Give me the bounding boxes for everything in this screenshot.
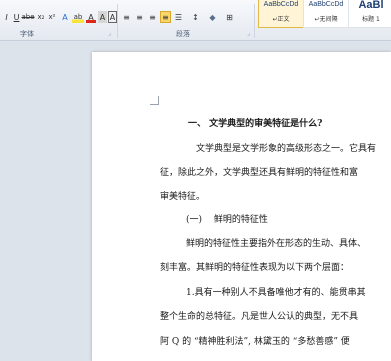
- body-line: 1.具有一种别人不具备唯他才有的、能贯串其: [186, 288, 366, 298]
- style-no-spacing[interactable]: AaBbCcDd ↵无间隔: [303, 0, 349, 28]
- paragraph-group-label: 段落: [176, 30, 190, 38]
- shading-button[interactable]: ◆: [207, 11, 218, 23]
- distributed-button[interactable]: ☰: [173, 11, 184, 23]
- italic-button[interactable]: I: [2, 11, 11, 23]
- body-line: 鲜明的特征性主要指外在形态的生动、具体、: [186, 239, 367, 249]
- style-sample: AaBbCcDd: [308, 1, 344, 8]
- char-border-button[interactable]: A: [108, 11, 117, 23]
- margin-corner-mark: [150, 96, 159, 105]
- ribbon: I U abe x₂ x² A ab A A A ≡ ≡ ≡ ≡ ☰ ↕ ◆ ⊞…: [0, 0, 391, 41]
- underline-button[interactable]: U: [12, 11, 21, 23]
- align-center-button[interactable]: ≡: [134, 11, 145, 23]
- style-sample: AaBbCcDd: [263, 1, 299, 8]
- superscript-button[interactable]: x²: [47, 11, 57, 23]
- body-line: 文学典型是文学形象的高级形态之一。它具有: [196, 144, 377, 154]
- style-sample: AaBl: [358, 0, 384, 11]
- subheading: (一) 鲜明的特征性: [186, 215, 268, 225]
- subscript-button[interactable]: x₂: [36, 11, 46, 23]
- section-heading: 一、 文学典型的审美特征是什么?: [188, 119, 323, 129]
- body-line: 整个生命的总特征。凡是世人公认的典型，无不具: [160, 312, 359, 322]
- paragraph-dialog-launcher-icon[interactable]: ⌟: [247, 30, 250, 37]
- align-left-button[interactable]: ≡: [121, 11, 132, 23]
- document-page[interactable]: 一、 文学典型的审美特征是什么? 文学典型是文学形象的高级形态之一。它具有 征，…: [92, 52, 391, 361]
- body-line: 阿 Q 的 “精神胜利法”, 林黛玉的 “多愁善感” 便: [160, 337, 350, 347]
- char-shading-button[interactable]: A: [98, 11, 107, 23]
- style-normal[interactable]: AaBbCcDd ↵正文: [258, 0, 304, 28]
- style-name: ↵无间隔: [314, 16, 338, 23]
- font-dialog-launcher-icon[interactable]: ⌟: [108, 30, 111, 37]
- font-group-label: 字体: [20, 30, 34, 38]
- body-line: 审美特征。: [160, 192, 206, 202]
- borders-button[interactable]: ⊞: [224, 11, 235, 23]
- style-heading-1[interactable]: AaBl 标题 1: [348, 0, 391, 28]
- font-color-button[interactable]: A: [86, 11, 96, 23]
- group-labels: 字体 ⌟ 段落 ⌟: [0, 29, 391, 40]
- body-line: 征，除此之外，文学典型还具有鲜明的特征性和富: [160, 168, 359, 178]
- text-effects-button[interactable]: A: [60, 11, 70, 23]
- line-spacing-button[interactable]: ↕: [190, 11, 201, 23]
- body-line: 刻丰富。其鲜明的特征性表现为以下两个层面：: [160, 263, 350, 273]
- strikethrough-button[interactable]: abe: [21, 11, 34, 23]
- justify-button[interactable]: ≡: [160, 11, 171, 23]
- align-right-button[interactable]: ≡: [147, 11, 158, 23]
- highlight-button[interactable]: ab: [72, 11, 84, 23]
- style-name: 标题 1: [362, 16, 380, 23]
- style-name: ↵正文: [272, 16, 290, 23]
